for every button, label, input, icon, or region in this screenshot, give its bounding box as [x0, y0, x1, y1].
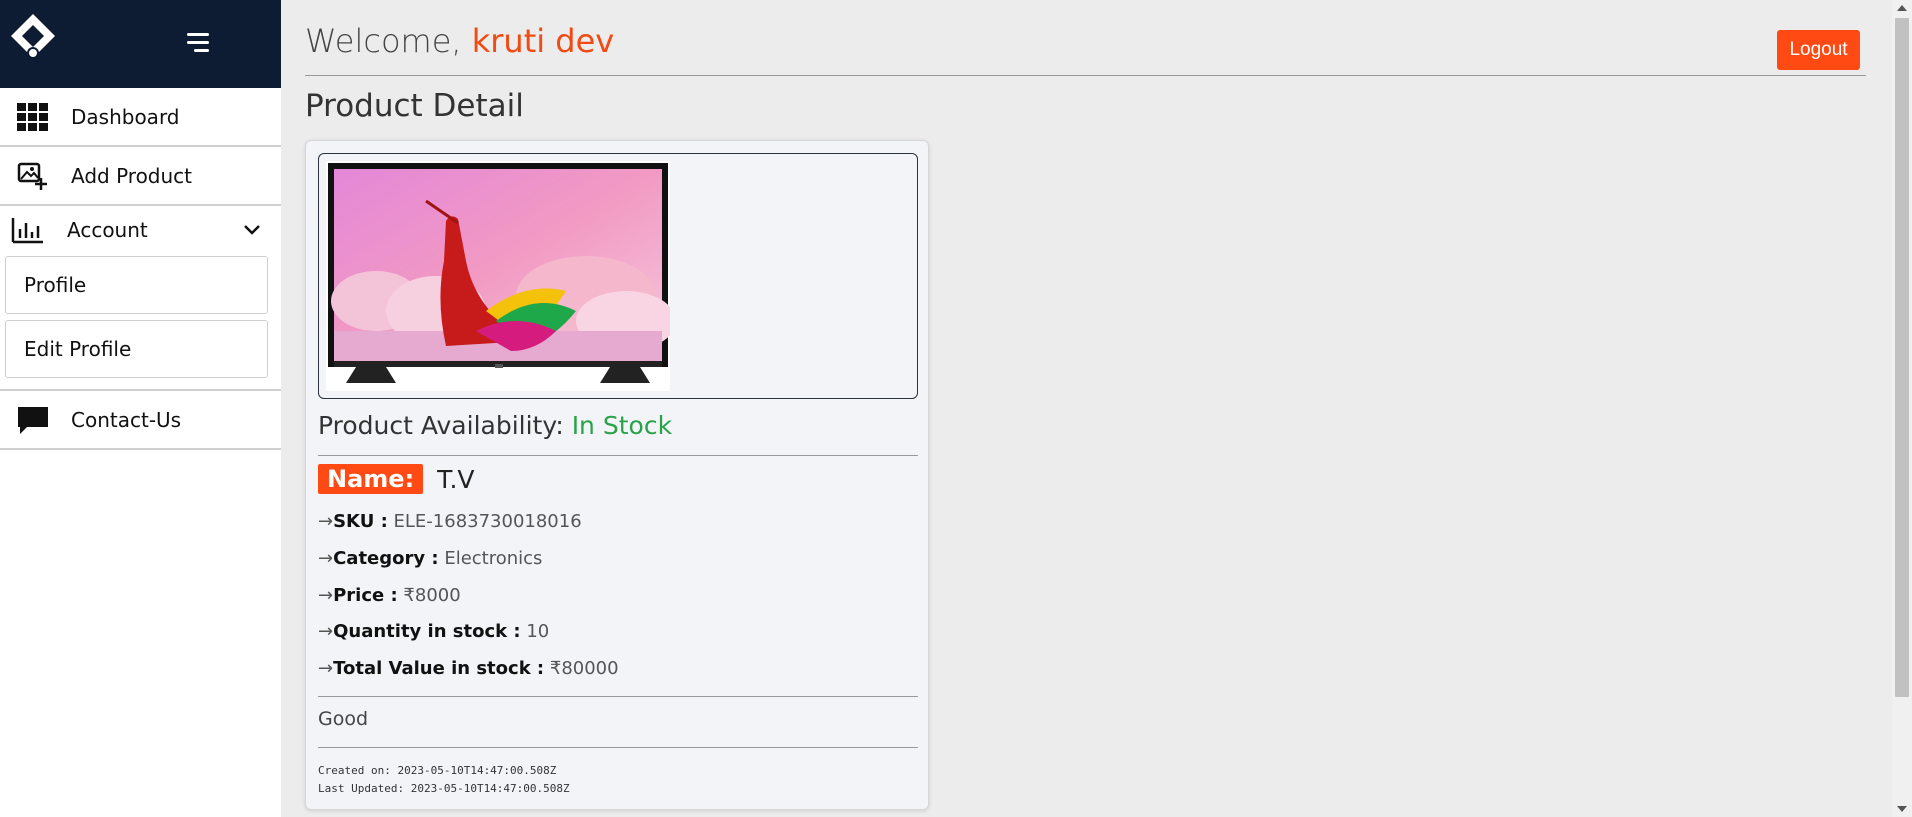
- sidebar-item-account[interactable]: Account: [0, 206, 281, 254]
- arrow-icon: →: [318, 548, 334, 569]
- welcome-message: Welcome, kruti dev: [305, 22, 614, 60]
- header-divider: [305, 75, 1866, 76]
- field-value: ELE-1683730018016: [393, 511, 582, 532]
- chat-bubble-icon: [18, 406, 48, 434]
- field-value: Electronics: [444, 548, 543, 569]
- arrow-icon: →: [318, 621, 334, 642]
- username: kruti dev: [471, 22, 615, 60]
- scroll-up-icon[interactable]: [1897, 5, 1907, 11]
- field-quantity: →Quantity in stock : 10: [318, 621, 549, 642]
- field-label: Total Value in stock :: [333, 658, 545, 679]
- arrow-icon: →: [318, 585, 334, 606]
- sidebar-item-add-product[interactable]: Add Product: [0, 147, 281, 206]
- account-submenu: Profile Edit Profile: [0, 254, 281, 391]
- availability-label: Product Availability:: [318, 411, 572, 440]
- created-date: Created on: 2023-05-10T14:47:00.508Z: [318, 764, 557, 777]
- product-description: Good: [318, 708, 369, 730]
- divider: [318, 455, 918, 456]
- sidebar-item-dashboard[interactable]: Dashboard: [0, 88, 281, 147]
- sidebar-header: [0, 0, 281, 88]
- sidebar-item-label: Account: [67, 218, 148, 242]
- field-price: →Price : ₹8000: [318, 585, 461, 606]
- arrow-icon: →: [318, 511, 334, 532]
- product-image-frame: [318, 153, 918, 399]
- product-image: [326, 161, 670, 391]
- sidebar-item-contact-us[interactable]: Contact-Us: [0, 391, 281, 450]
- divider: [318, 696, 918, 697]
- scroll-down-icon[interactable]: [1897, 806, 1907, 812]
- field-sku: →SKU : ELE-1683730018016: [318, 511, 582, 532]
- field-total-value: →Total Value in stock : ₹80000: [318, 658, 619, 679]
- sidebar-item-label: Contact-Us: [71, 407, 182, 432]
- app: Dashboard Add Product Account Profile Ed…: [0, 0, 1912, 817]
- field-value: ₹8000: [403, 585, 461, 606]
- sidebar-item-profile[interactable]: Profile: [5, 256, 268, 314]
- field-label: SKU :: [333, 511, 388, 532]
- availability: Product Availability: In Stock: [318, 411, 672, 440]
- sidebar-item-label: Add Product: [71, 163, 193, 188]
- sidebar-item-edit-profile[interactable]: Edit Profile: [5, 320, 268, 378]
- arrow-icon: →: [318, 658, 334, 679]
- add-image-icon: [17, 162, 47, 190]
- menu-toggle-icon[interactable]: [183, 33, 209, 55]
- grid-icon: [17, 102, 48, 131]
- field-category: →Category : Electronics: [318, 548, 542, 569]
- product-card: Product Availability: In Stock Name: T.V…: [305, 140, 929, 810]
- availability-status: In Stock: [571, 411, 673, 440]
- field-value: ₹80000: [549, 658, 619, 679]
- sidebar-item-label: Dashboard: [71, 104, 180, 129]
- field-value: 10: [526, 621, 550, 642]
- vertical-scrollbar[interactable]: [1892, 0, 1912, 817]
- scrollbar-thumb[interactable]: [1895, 18, 1909, 697]
- welcome-prefix: Welcome,: [305, 22, 472, 60]
- bar-chart-icon: [11, 218, 43, 244]
- product-name: T.V: [437, 464, 475, 494]
- product-name-row: Name: T.V: [318, 464, 475, 494]
- updated-date: Last Updated: 2023-05-10T14:47:00.508Z: [318, 782, 570, 795]
- sidebar: Dashboard Add Product Account Profile Ed…: [0, 0, 281, 817]
- logo-icon: [11, 14, 55, 59]
- page-title: Product Detail: [305, 88, 524, 124]
- main-content: Welcome, kruti dev Logout Product Detail: [281, 0, 1892, 817]
- field-label: Category :: [333, 548, 439, 569]
- chevron-down-icon[interactable]: [243, 224, 261, 236]
- divider: [318, 747, 918, 748]
- logout-button[interactable]: Logout: [1777, 30, 1860, 70]
- name-label-badge: Name:: [318, 464, 424, 494]
- field-label: Quantity in stock :: [333, 621, 521, 642]
- field-label: Price :: [333, 585, 398, 606]
